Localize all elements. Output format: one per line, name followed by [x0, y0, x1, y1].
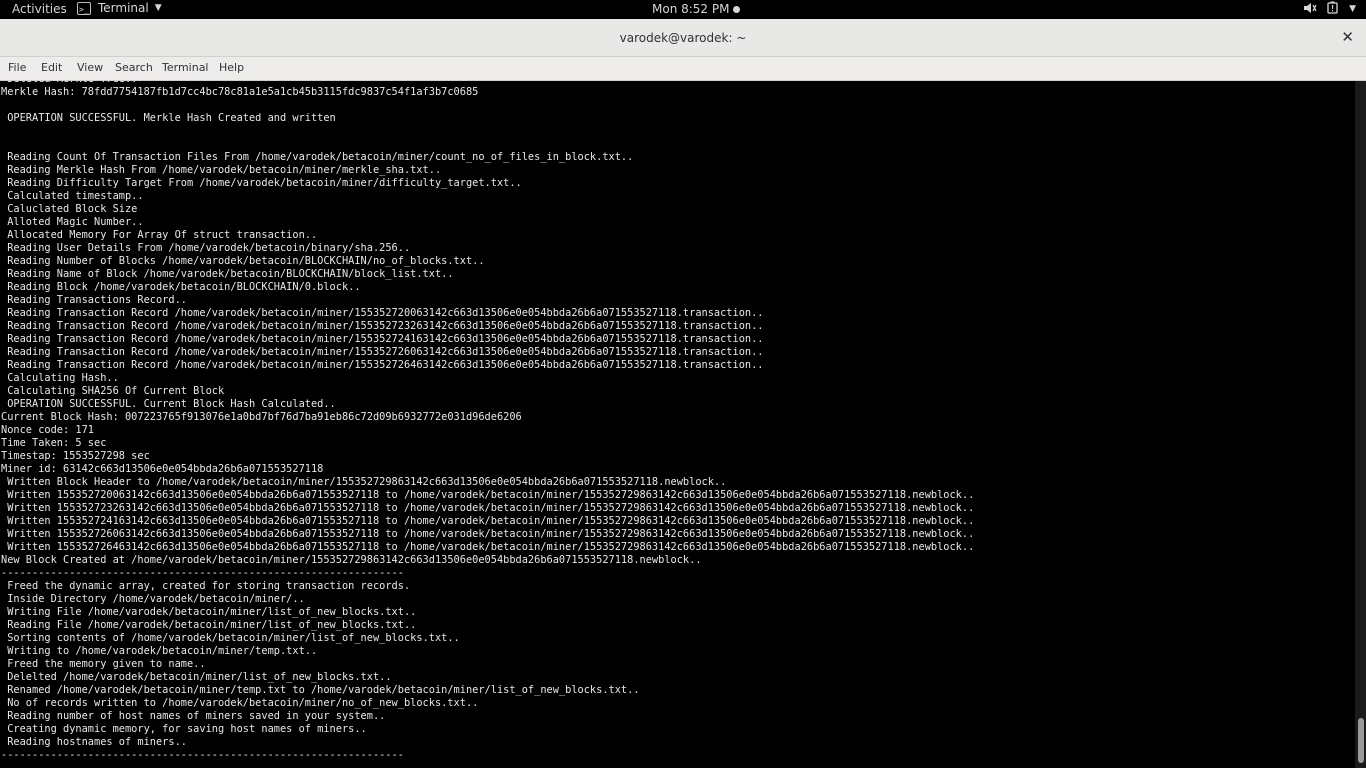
terminal-line: ----------------------------------------…: [1, 749, 404, 761]
menu-terminal[interactable]: Terminal: [162, 61, 209, 74]
menu-bar: File Edit View Search Terminal Help: [0, 57, 1366, 81]
terminal-line: Creating dynamic memory, for saving host…: [1, 723, 367, 735]
app-menu-label: Terminal: [98, 1, 149, 15]
terminal-line: Renamed /home/varodek/betacoin/miner/tem…: [1, 684, 640, 696]
volume-icon: [1303, 2, 1317, 17]
terminal-line: Reading Merkle Hash From /home/varodek/b…: [1, 164, 442, 176]
menu-file[interactable]: File: [8, 61, 26, 74]
terminal-line: Sorting contents of /home/varodek/betaco…: [1, 632, 460, 644]
close-icon[interactable]: ✕: [1341, 28, 1354, 46]
terminal-line: Inside Directory /home/varodek/betacoin/…: [1, 593, 305, 605]
window-titlebar: varodek@varodek: ~ ✕: [0, 19, 1366, 57]
terminal-line: Reading Block /home/varodek/betacoin/BLO…: [1, 281, 361, 293]
terminal-line: Reading User Details From /home/varodek/…: [1, 242, 411, 254]
terminal-line: Written 155352724163142c663d13506e0e054b…: [1, 515, 975, 527]
terminal-line: Freed the dynamic array, created for sto…: [1, 580, 411, 592]
window-title: varodek@varodek: ~: [619, 31, 747, 45]
terminal-line: Written 155352723263142c663d13506e0e054b…: [1, 502, 975, 514]
terminal-line: Reading Transaction Record /home/varodek…: [1, 320, 764, 332]
terminal-line: Reading Transaction Record /home/varodek…: [1, 333, 764, 345]
terminal-line: Writing to /home/varodek/betacoin/miner/…: [1, 645, 318, 657]
terminal-line: Written Block Header to /home/varodek/be…: [1, 476, 727, 488]
terminal-line: Alloted Magic Number..: [1, 216, 144, 228]
terminal-line: Reading Difficulty Target From /home/var…: [1, 177, 522, 189]
menu-view[interactable]: View: [77, 61, 103, 74]
terminal-output[interactable]: Deleted Merkle Tree..Merkle Hash: 78fdd7…: [0, 81, 1355, 768]
chevron-down-icon: ▼: [1349, 4, 1356, 14]
terminal-line: Calculated timestamp..: [1, 190, 144, 202]
terminal-line: Reading Count Of Transaction Files From …: [1, 151, 634, 163]
clock-label: Mon 8:52 PM: [652, 2, 730, 16]
menu-edit[interactable]: Edit: [41, 61, 62, 74]
terminal-line: Delelted /home/varodek/betacoin/miner/li…: [1, 671, 392, 683]
terminal-line: Time Taken: 5 sec: [1, 437, 107, 449]
scrollbar[interactable]: [1355, 81, 1366, 768]
terminal-line: Miner id: 63142c663d13506e0e054bbda26b6a…: [1, 463, 324, 475]
terminal-line: Written 155352720063142c663d13506e0e054b…: [1, 489, 975, 501]
menu-search[interactable]: Search: [115, 61, 153, 74]
terminal-line: OPERATION SUCCESSFUL. Current Block Hash…: [1, 398, 336, 410]
terminal-line: Reading number of host names of miners s…: [1, 710, 386, 722]
terminal-icon: >_: [77, 1, 91, 15]
scrollbar-thumb[interactable]: [1358, 718, 1364, 763]
battery-icon: [1327, 1, 1339, 17]
terminal-line: Reading Number of Blocks /home/varodek/b…: [1, 255, 485, 267]
terminal-line: Writing File /home/varodek/betacoin/mine…: [1, 606, 417, 618]
terminal-line: Written 155352726063142c663d13506e0e054b…: [1, 528, 975, 540]
notification-dot-icon: [733, 6, 741, 13]
terminal-line: Calculating SHA256 Of Current Block: [1, 385, 225, 397]
terminal-line: Reading Transaction Record /home/varodek…: [1, 359, 764, 371]
app-menu-button[interactable]: >_ Terminal ▼: [77, 1, 162, 15]
chevron-down-icon: ▼: [154, 3, 162, 13]
terminal-line: Reading Transaction Record /home/varodek…: [1, 307, 764, 319]
menu-help[interactable]: Help: [219, 61, 244, 74]
terminal-line: ----------------------------------------…: [1, 567, 404, 579]
terminal-line: Freed the memory given to name..: [1, 658, 206, 670]
terminal-line: Reading Name of Block /home/varodek/beta…: [1, 268, 454, 280]
terminal-line: Reading Transactions Record..: [1, 294, 187, 306]
terminal-line: No of records written to /home/varodek/b…: [1, 697, 479, 709]
system-status-menu[interactable]: ▼: [1303, 1, 1356, 17]
terminal-line: Merkle Hash: 78fdd7754187fb1d7cc4bc78c81…: [1, 86, 479, 98]
terminal-line: Written 155352726463142c663d13506e0e054b…: [1, 541, 975, 553]
terminal-line: Calculating Hash..: [1, 372, 119, 384]
terminal-line: Timestap: 1553527298 sec: [1, 450, 150, 462]
terminal-line: Allocated Memory For Array Of struct tra…: [1, 229, 318, 241]
clock[interactable]: Mon 8:52 PM: [652, 2, 741, 16]
terminal-lines: Deleted Merkle Tree..Merkle Hash: 78fdd7…: [1, 81, 974, 762]
gnome-top-bar: Activities >_ Terminal ▼ Mon 8:52 PM ▼: [0, 0, 1366, 19]
terminal-line: Reading Transaction Record /home/varodek…: [1, 346, 764, 358]
terminal-line: Current Block Hash: 007223765f913076e1a0…: [1, 411, 522, 423]
terminal-line: Reading hostnames of miners..: [1, 736, 187, 748]
terminal-line: Reading File /home/varodek/betacoin/mine…: [1, 619, 417, 631]
terminal-line: OPERATION SUCCESSFUL. Merkle Hash Create…: [1, 112, 336, 124]
terminal-line: New Block Created at /home/varodek/betac…: [1, 554, 702, 566]
terminal-line: Caluclated Block Size: [1, 203, 138, 215]
activities-button[interactable]: Activities: [12, 2, 67, 16]
terminal-line: Nonce code: 171: [1, 424, 94, 436]
